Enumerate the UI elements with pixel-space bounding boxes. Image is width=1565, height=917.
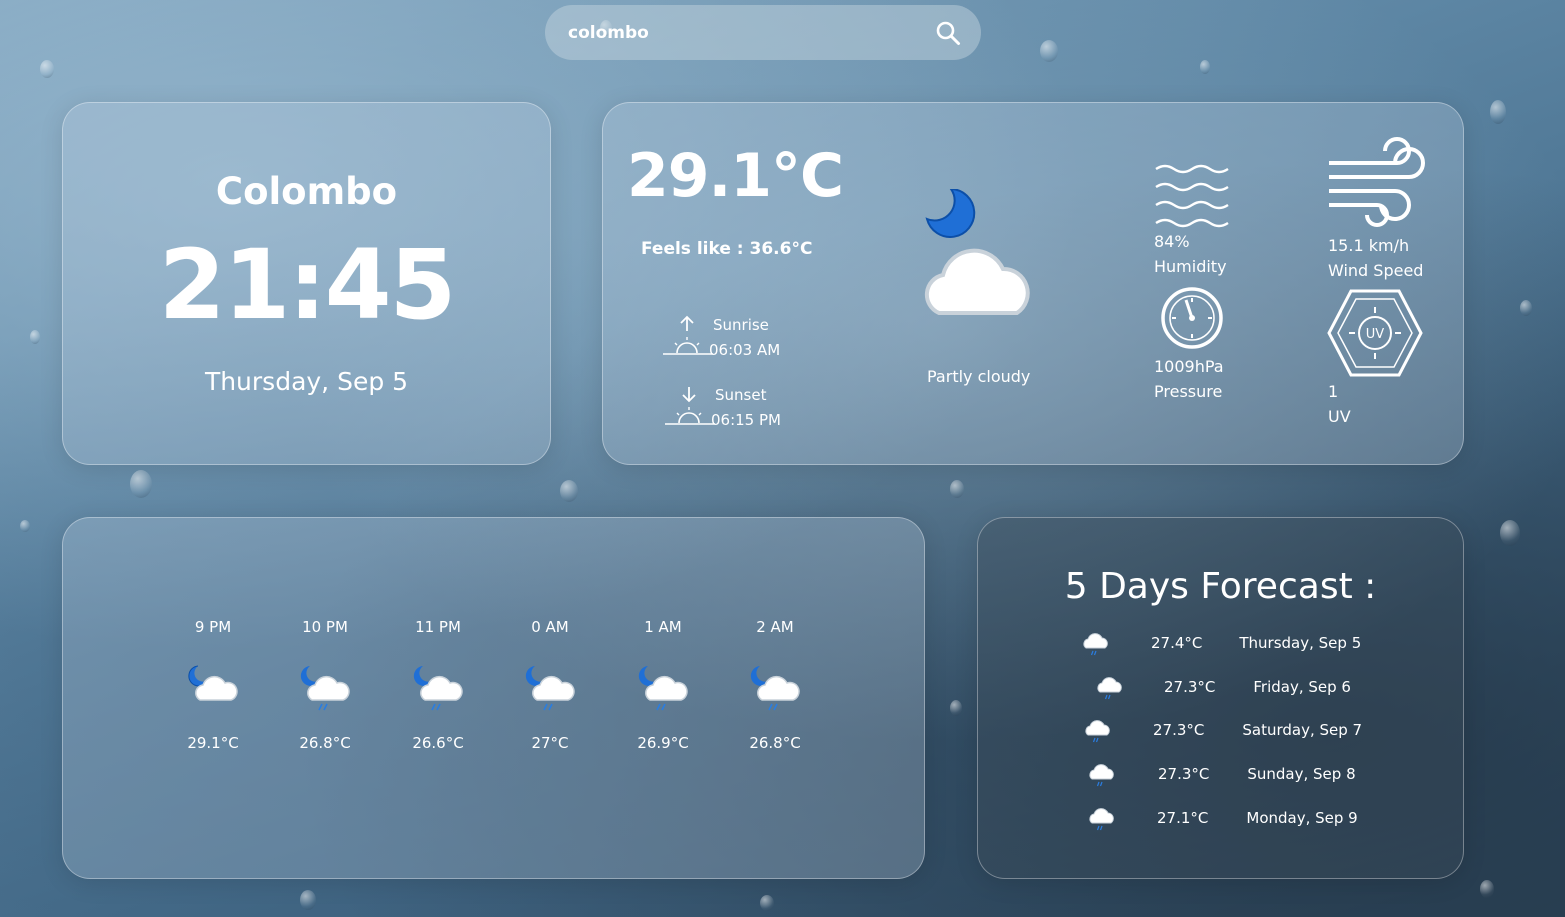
forecast-temperature: 27.1°C — [1157, 809, 1209, 827]
hour-time: 1 AM — [644, 618, 682, 636]
hour-temperature: 26.6°C — [412, 734, 464, 752]
search-input[interactable] — [568, 22, 935, 43]
hour-temperature: 26.8°C — [299, 734, 351, 752]
pressure-label: Pressure — [1154, 382, 1223, 401]
city-name: Colombo — [215, 170, 398, 213]
hourly-item: 10 PM 26.8°C — [280, 618, 370, 752]
sunset-label: Sunset — [715, 386, 767, 404]
hour-temperature: 29.1°C — [187, 734, 239, 752]
forecast-row: 27.3°C Saturday, Sep 7 — [1082, 715, 1362, 745]
humidity-icon — [1155, 164, 1229, 228]
pressure-value: 1009hPa — [1154, 357, 1224, 376]
forecast-row: 27.3°C Friday, Sep 6 — [1094, 672, 1351, 702]
patchy-rain-night-icon — [634, 660, 692, 716]
hour-temperature: 26.9°C — [637, 734, 689, 752]
hourly-forecast-card: 9 PM 29.1°C 10 PM 26.8°C 11 PM 26.6°C 0 … — [62, 517, 925, 879]
sunset-icon — [665, 387, 715, 425]
light-rain-icon — [1080, 628, 1110, 658]
hour-time: 0 AM — [531, 618, 569, 636]
hourly-item: 11 PM 26.6°C — [393, 618, 483, 752]
sunset-time: 06:15 PM — [711, 411, 781, 429]
patchy-rain-night-icon — [409, 660, 467, 716]
uv-label: UV — [1328, 407, 1351, 426]
wind-label: Wind Speed — [1328, 261, 1424, 280]
light-rain-icon — [1086, 803, 1116, 833]
humidity-label: Humidity — [1154, 257, 1227, 276]
search-bar — [545, 5, 981, 60]
light-rain-icon — [1086, 759, 1116, 789]
partly-cloudy-night-icon — [924, 189, 1030, 315]
uv-value: 1 — [1328, 382, 1339, 401]
patchy-rain-night-icon — [296, 660, 354, 716]
hour-temperature: 26.8°C — [749, 734, 801, 752]
sunrise-time: 06:03 AM — [709, 341, 781, 359]
light-rain-icon — [1094, 672, 1124, 702]
pressure-metric: 1009hPa Pressure — [1154, 354, 1224, 404]
sunrise-info: Sunrise 06:03 AM — [661, 313, 780, 363]
forecast-date: Monday, Sep 9 — [1246, 809, 1358, 827]
hour-temperature: 27°C — [531, 734, 569, 752]
forecast-temperature: 27.4°C — [1151, 634, 1203, 652]
forecast-temperature: 27.3°C — [1164, 678, 1216, 696]
patchy-rain-night-icon — [521, 660, 579, 716]
feels-like: Feels like : 36.6°C — [641, 239, 813, 259]
condition-text: Partly cloudy — [927, 367, 1031, 386]
uv-index-icon: UV — [1327, 289, 1423, 377]
forecast-temperature: 27.3°C — [1158, 765, 1210, 783]
hourly-item: 1 AM 26.9°C — [618, 618, 708, 752]
wind-value: 15.1 km/h — [1328, 236, 1410, 255]
patchy-rain-night-icon — [746, 660, 804, 716]
local-time: 21:45 — [158, 229, 457, 341]
wind-metric: 15.1 km/h Wind Speed — [1328, 233, 1423, 283]
forecast-row: 27.4°C Thursday, Sep 5 — [1080, 628, 1361, 658]
svg-text:UV: UV — [1366, 327, 1385, 342]
current-temperature: 29.1°C — [627, 141, 844, 211]
hour-time: 10 PM — [302, 618, 348, 636]
partly-cloudy-night-icon — [184, 660, 242, 716]
forecast-date: Friday, Sep 6 — [1253, 678, 1351, 696]
sunset-info: Sunset 06:15 PM — [663, 383, 781, 433]
five-day-forecast-card: 5 Days Forecast : 27.4°C Thursday, Sep 5… — [977, 517, 1464, 879]
search-icon[interactable] — [935, 20, 961, 46]
pressure-gauge-icon — [1161, 287, 1223, 349]
uv-metric: 1 UV — [1328, 379, 1351, 429]
light-rain-icon — [1082, 715, 1112, 745]
current-weather-card: 29.1°C Feels like : 36.6°C Sunrise 06:03… — [602, 102, 1464, 465]
wind-icon — [1329, 137, 1425, 227]
forecast-date: Saturday, Sep 7 — [1242, 721, 1363, 739]
forecast-row: 27.1°C Monday, Sep 9 — [1086, 803, 1358, 833]
forecast-title: 5 Days Forecast : — [1064, 566, 1377, 607]
sunrise-icon — [663, 315, 713, 355]
hour-time: 9 PM — [194, 618, 232, 636]
sunrise-label: Sunrise — [713, 316, 769, 334]
hour-time: 2 AM — [756, 618, 794, 636]
forecast-date: Thursday, Sep 5 — [1239, 634, 1362, 652]
local-date: Thursday, Sep 5 — [204, 367, 409, 396]
forecast-row: 27.3°C Sunday, Sep 8 — [1086, 759, 1356, 789]
hourly-item: 0 AM 27°C — [505, 618, 595, 752]
hour-time: 11 PM — [415, 618, 461, 636]
city-time-card: Colombo 21:45 Thursday, Sep 5 — [62, 102, 551, 465]
humidity-value: 84% — [1154, 232, 1190, 251]
forecast-date: Sunday, Sep 8 — [1247, 765, 1356, 783]
hourly-item: 9 PM 29.1°C — [168, 618, 258, 752]
forecast-temperature: 27.3°C — [1153, 721, 1205, 739]
humidity-metric: 84% Humidity — [1154, 229, 1227, 279]
hourly-item: 2 AM 26.8°C — [730, 618, 820, 752]
